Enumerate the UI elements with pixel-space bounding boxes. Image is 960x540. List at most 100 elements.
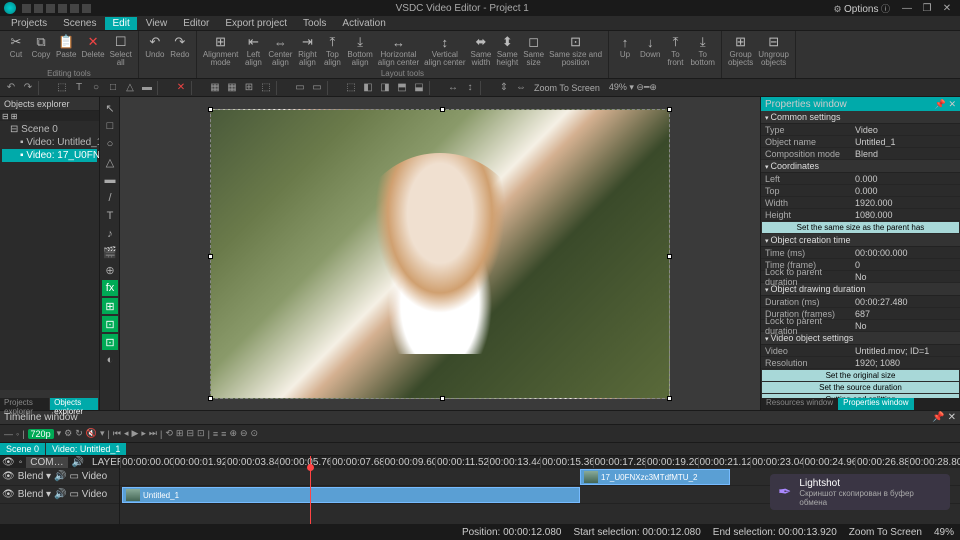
toolbar-icon[interactable]: ↔ bbox=[446, 81, 460, 95]
tool-icon[interactable]: T bbox=[102, 208, 118, 224]
tool-icon[interactable]: 🎬 bbox=[102, 244, 118, 260]
tool-icon[interactable]: ○ bbox=[102, 136, 118, 152]
center-button[interactable]: ⇔Centeralign bbox=[266, 33, 294, 68]
menu-tools[interactable]: Tools bbox=[296, 17, 333, 30]
tree-item[interactable]: ▪ Video: Untitled_1 bbox=[2, 136, 97, 149]
property-action-button[interactable]: Set the same size as the parent has bbox=[762, 222, 959, 233]
toolbar-icon[interactable]: ⬚ bbox=[344, 81, 358, 95]
toolbar-icon[interactable]: ◨ bbox=[378, 81, 392, 95]
toolbar-icon[interactable]: ○ bbox=[89, 81, 103, 95]
preview-canvas[interactable] bbox=[210, 109, 670, 399]
property-row[interactable]: Lock to parent durationNo bbox=[761, 271, 960, 283]
tool-icon[interactable]: △ bbox=[102, 154, 118, 170]
up-button[interactable]: ↑Up bbox=[613, 33, 637, 60]
tool-icon[interactable]: ▬ bbox=[102, 172, 118, 188]
down-button[interactable]: ↓Down bbox=[638, 33, 662, 60]
skip-end-icon[interactable]: ⏭ bbox=[149, 428, 157, 439]
cut-button[interactable]: ✂Cut bbox=[4, 33, 28, 60]
same-button[interactable]: ⬍Sameheight bbox=[494, 33, 520, 68]
tool-icon[interactable]: ⊡ bbox=[102, 334, 118, 350]
ungroup-button[interactable]: ⊟Ungroupobjects bbox=[756, 33, 791, 68]
toolbar-icon[interactable]: ⬚ bbox=[55, 81, 69, 95]
close-button[interactable]: ✕ bbox=[938, 2, 956, 14]
top-button[interactable]: ⤒Topalign bbox=[320, 33, 344, 68]
property-row[interactable]: Width1920.000 bbox=[761, 197, 960, 209]
bottom-button[interactable]: ⤓Bottomalign bbox=[345, 33, 374, 68]
tool-icon[interactable]: □ bbox=[102, 118, 118, 134]
tool-icon[interactable]: / bbox=[102, 190, 118, 206]
property-row[interactable]: VideoUntitled.mov; ID=1 bbox=[761, 345, 960, 357]
toolbar-icon[interactable]: T bbox=[72, 81, 86, 95]
tool-icon[interactable]: ⊕ bbox=[102, 262, 118, 278]
property-row[interactable]: Top0.000 bbox=[761, 185, 960, 197]
property-row[interactable]: TypeVideo bbox=[761, 124, 960, 136]
toolbar-icon[interactable]: △ bbox=[123, 81, 137, 95]
left-button[interactable]: ⇤Leftalign bbox=[241, 33, 265, 68]
timeline-tab[interactable]: Scene 0 bbox=[0, 443, 45, 455]
prev-frame-icon[interactable]: ◂ bbox=[124, 428, 129, 439]
menu-edit[interactable]: Edit bbox=[105, 17, 136, 30]
toolbar-icon[interactable]: ▭ bbox=[293, 81, 307, 95]
menu-editor[interactable]: Editor bbox=[176, 17, 216, 30]
toolbar-icon[interactable]: ▦ bbox=[225, 81, 239, 95]
select-button[interactable]: ☐Selectall bbox=[108, 33, 134, 68]
delete-button[interactable]: ✕Delete bbox=[79, 33, 106, 60]
property-row[interactable]: Duration (ms)00:00:27.480 bbox=[761, 296, 960, 308]
undo-button[interactable]: ↶Undo bbox=[143, 33, 167, 60]
resolution-badge[interactable]: 720p bbox=[28, 429, 54, 439]
timeline-clip[interactable]: 17_U0FNXzc3MTdfMTU_2 bbox=[580, 469, 730, 485]
group-button[interactable]: ⊞Groupobjects bbox=[726, 33, 755, 68]
toolbar-icon[interactable]: ↷ bbox=[21, 81, 35, 95]
to-button[interactable]: ⤓Tobottom bbox=[688, 33, 716, 68]
same-button[interactable]: ⬌Samewidth bbox=[468, 33, 493, 68]
tree-item[interactable]: ▪ Video: 17_U0FNXzc3MTdf bbox=[2, 149, 97, 162]
explorer-tab[interactable]: Objects explorer bbox=[50, 398, 99, 410]
property-row[interactable]: Object nameUntitled_1 bbox=[761, 136, 960, 148]
alignment-button[interactable]: ⊞Alignmentmode bbox=[201, 33, 241, 68]
tool-icon[interactable]: ♪ bbox=[102, 226, 118, 242]
menu-scenes[interactable]: Scenes bbox=[56, 17, 103, 30]
property-action-button[interactable]: Set the source duration bbox=[762, 382, 959, 393]
property-row[interactable]: Resolution1920; 1080 bbox=[761, 357, 960, 369]
horizontal-button[interactable]: ↔Horizontalalign center bbox=[376, 33, 421, 68]
to-button[interactable]: ⤒Tofront bbox=[663, 33, 687, 68]
tool-icon[interactable]: ⊡ bbox=[102, 316, 118, 332]
toolbar-icon[interactable]: ⇔ bbox=[514, 81, 528, 95]
props-tab[interactable]: Resources window bbox=[761, 398, 838, 410]
toolbar-icon[interactable]: ✕ bbox=[174, 81, 188, 95]
track-header[interactable]: 👁Blend ▾🔊▭ Video bbox=[0, 468, 119, 486]
property-row[interactable]: Left0.000 bbox=[761, 173, 960, 185]
maximize-button[interactable]: ❐ bbox=[918, 2, 936, 14]
property-row[interactable]: Height1080.000 bbox=[761, 209, 960, 221]
toolbar-icon[interactable]: ⇕ bbox=[497, 81, 511, 95]
property-row[interactable]: Time (ms)00:00:00.000 bbox=[761, 247, 960, 259]
track-header[interactable]: 👁Blend ▾🔊▭ Video bbox=[0, 486, 119, 504]
props-tab[interactable]: Properties window bbox=[838, 398, 913, 410]
menu-activation[interactable]: Activation bbox=[335, 17, 392, 30]
right-button[interactable]: ⇥Rightalign bbox=[295, 33, 319, 68]
paste-button[interactable]: 📋Paste bbox=[54, 33, 78, 60]
toolbar-icon[interactable]: ↕ bbox=[463, 81, 477, 95]
toolbar-icon[interactable]: ⊞ bbox=[242, 81, 256, 95]
tree-item[interactable]: ⊟ Scene 0 bbox=[2, 123, 97, 136]
menu-export-project[interactable]: Export project bbox=[218, 17, 294, 30]
toolbar-icon[interactable]: ↶ bbox=[4, 81, 18, 95]
minimize-button[interactable]: — bbox=[898, 2, 916, 14]
property-action-button[interactable]: Set the original size bbox=[762, 370, 959, 381]
toolbar-icon[interactable]: ▬ bbox=[140, 81, 154, 95]
menu-projects[interactable]: Projects bbox=[4, 17, 54, 30]
toolbar-icon[interactable]: ⬒ bbox=[395, 81, 409, 95]
toolbar-icon[interactable]: ⬓ bbox=[412, 81, 426, 95]
skip-start-icon[interactable]: ⏮ bbox=[113, 428, 121, 439]
same size and-button[interactable]: ⊡Same size andposition bbox=[547, 33, 604, 68]
tool-icon[interactable]: fx bbox=[102, 280, 118, 296]
redo-button[interactable]: ↷Redo bbox=[168, 33, 192, 60]
menu-view[interactable]: View bbox=[139, 17, 175, 30]
copy-button[interactable]: ⧉Copy bbox=[29, 33, 53, 60]
next-frame-icon[interactable]: ▸ bbox=[141, 428, 146, 439]
toolbar-icon[interactable]: ▭ bbox=[310, 81, 324, 95]
explorer-tab[interactable]: Projects explorer bbox=[0, 398, 50, 410]
play-icon[interactable]: ▶ bbox=[131, 428, 138, 439]
toolbar-icon[interactable]: ◧ bbox=[361, 81, 375, 95]
toolbar-icon[interactable]: □ bbox=[106, 81, 120, 95]
